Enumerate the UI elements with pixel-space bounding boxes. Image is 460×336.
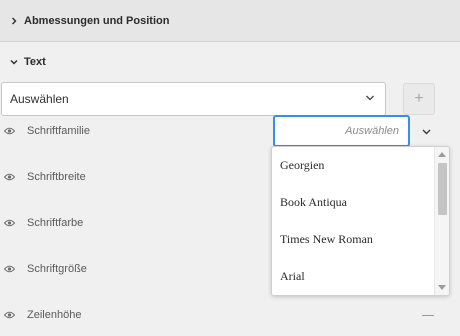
property-label: Schriftfarbe (27, 217, 84, 229)
line-height-value[interactable] (422, 315, 434, 316)
property-line-height: Zeilenhöhe (0, 305, 81, 325)
eye-icon[interactable] (4, 172, 18, 182)
property-font-width: Schriftbreite (0, 167, 86, 187)
text-style-select-value: Auswählen (10, 92, 69, 106)
font-family-options: Georgien Book Antiqua Times New Roman Ar… (272, 147, 434, 295)
scroll-down-arrow-icon[interactable] (438, 285, 446, 290)
chevron-down-icon (365, 92, 375, 106)
text-style-select[interactable]: Auswählen (1, 82, 386, 116)
font-option-book-antiqua[interactable]: Book Antiqua (272, 184, 434, 221)
property-label: Schriftgröße (27, 263, 87, 275)
property-label: Zeilenhöhe (27, 309, 82, 321)
scrollbar-thumb[interactable] (438, 163, 447, 215)
font-family-dropdown: Georgien Book Antiqua Times New Roman Ar… (271, 146, 450, 296)
eye-icon[interactable] (4, 264, 18, 274)
plus-icon: + (414, 90, 424, 107)
property-label: Schriftfamilie (27, 125, 90, 137)
font-option-arial[interactable]: Arial (272, 258, 434, 295)
section-text-title: Text (24, 56, 46, 68)
property-label: Schriftbreite (27, 171, 86, 183)
section-dimensions-header[interactable]: Abmessungen und Position (0, 0, 460, 42)
font-option-georgien[interactable]: Georgien (272, 147, 434, 184)
property-font-color: Schriftfarbe (0, 213, 83, 233)
font-family-placeholder: Auswählen (345, 125, 399, 137)
dropdown-scrollbar[interactable] (434, 147, 449, 295)
property-font-family: Schriftfamilie (0, 121, 90, 141)
chevron-right-icon (4, 17, 24, 25)
font-option-times-new-roman[interactable]: Times New Roman (272, 221, 434, 258)
chevron-down-icon (4, 58, 24, 66)
chevron-down-icon[interactable] (418, 123, 434, 139)
eye-icon[interactable] (4, 218, 18, 228)
add-style-button[interactable]: + (403, 83, 435, 115)
section-dimensions-title: Abmessungen und Position (24, 14, 170, 27)
scroll-up-arrow-icon[interactable] (438, 152, 446, 157)
property-font-size: Schriftgröße (0, 259, 87, 279)
section-text-header[interactable]: Text (0, 43, 460, 81)
font-family-input[interactable]: Auswählen (273, 115, 410, 147)
eye-icon[interactable] (4, 310, 18, 320)
eye-icon[interactable] (4, 126, 18, 136)
